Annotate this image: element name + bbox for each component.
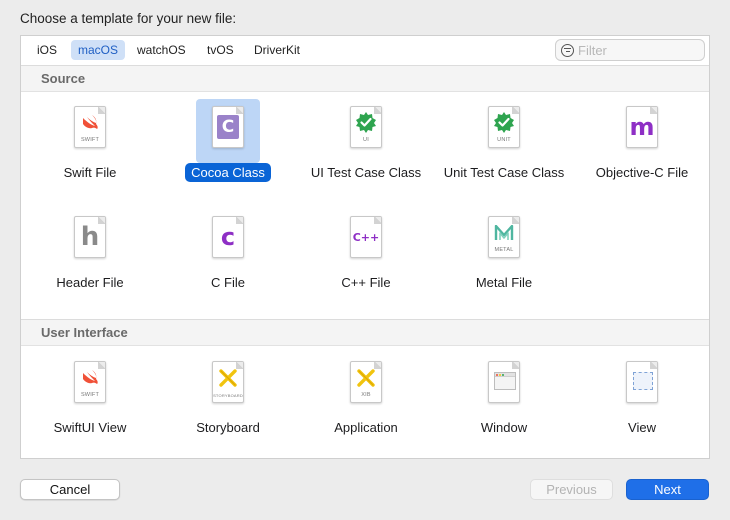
template-cpp-file[interactable]: C++ C++ File: [297, 205, 435, 309]
swift-icon: SWIFT: [74, 106, 106, 148]
template-label: Window: [480, 420, 528, 435]
template-label: C File: [211, 275, 245, 290]
template-label: Application: [334, 420, 398, 435]
metal-icon: METAL: [488, 216, 520, 258]
template-unit-test-case[interactable]: UNIT Unit Test Case Class: [435, 95, 573, 199]
platform-tabbar: iOS macOS watchOS tvOS DriverKit: [21, 36, 709, 66]
tab-tvos[interactable]: tvOS: [200, 40, 241, 60]
cpp-icon: C++: [350, 216, 382, 258]
view-icon: [626, 361, 658, 403]
xib-icon: XIB: [350, 361, 382, 403]
template-label: Cocoa Class: [185, 163, 271, 182]
template-metal-file[interactable]: METAL Metal File: [435, 205, 573, 309]
template-label: Header File: [56, 275, 124, 290]
template-label: C++ File: [341, 275, 391, 290]
template-label: Swift File: [63, 165, 117, 180]
template-label: View: [628, 420, 656, 435]
template-ui-test-case[interactable]: UI UI Test Case Class: [297, 95, 435, 199]
filter-field[interactable]: [555, 39, 705, 61]
template-cocoa-class[interactable]: C Cocoa Class: [159, 95, 297, 199]
template-view[interactable]: View: [573, 350, 711, 454]
cancel-button[interactable]: Cancel: [20, 479, 120, 500]
sheet-prompt: Choose a template for your new file:: [20, 11, 237, 26]
section-title-user-interface: User Interface: [41, 325, 128, 340]
section-header-source: Source: [21, 66, 709, 92]
tab-driverkit[interactable]: DriverKit: [247, 40, 307, 60]
checkmark-icon: UNIT: [488, 106, 520, 148]
section-header-user-interface: User Interface: [21, 320, 709, 346]
previous-button[interactable]: Previous: [530, 479, 613, 500]
template-storyboard[interactable]: STORYBOARD Storyboard: [159, 350, 297, 454]
template-window[interactable]: Window: [435, 350, 573, 454]
template-label: SwiftUI View: [53, 420, 127, 435]
template-swift-file[interactable]: SWIFT Swift File: [21, 95, 159, 199]
next-button[interactable]: Next: [626, 479, 709, 500]
storyboard-icon: STORYBOARD: [212, 361, 244, 403]
template-objective-c-file[interactable]: m Objective-C File: [573, 95, 711, 199]
objc-m-icon: m: [626, 106, 658, 148]
header-h-icon: h: [74, 216, 106, 258]
tab-ios[interactable]: iOS: [30, 40, 64, 60]
swift-icon: SWIFT: [74, 361, 106, 403]
template-label: Objective-C File: [595, 165, 689, 180]
filter-input[interactable]: [578, 42, 696, 58]
template-c-file[interactable]: c C File: [159, 205, 297, 309]
c-letter-icon: c: [212, 216, 244, 258]
template-label: Metal File: [475, 275, 533, 290]
section-title-source: Source: [41, 71, 86, 86]
tab-watchos[interactable]: watchOS: [130, 40, 193, 60]
tab-macos[interactable]: macOS: [71, 40, 126, 60]
new-file-sheet: Choose a template for your new file: iOS…: [0, 0, 730, 520]
template-label: Storyboard: [196, 420, 260, 435]
window-icon: [488, 361, 520, 403]
template-label: UI Test Case Class: [310, 165, 422, 180]
cocoa-class-icon: C: [212, 106, 244, 148]
template-header-file[interactable]: h Header File: [21, 205, 159, 309]
template-swiftui-view[interactable]: SWIFT SwiftUI View: [21, 350, 159, 454]
checkmark-icon: UI: [350, 106, 382, 148]
template-label: Unit Test Case Class: [443, 165, 565, 180]
filter-icon: [561, 44, 574, 57]
template-panel: iOS macOS watchOS tvOS DriverKit Source …: [20, 35, 710, 459]
template-application[interactable]: XIB Application: [297, 350, 435, 454]
